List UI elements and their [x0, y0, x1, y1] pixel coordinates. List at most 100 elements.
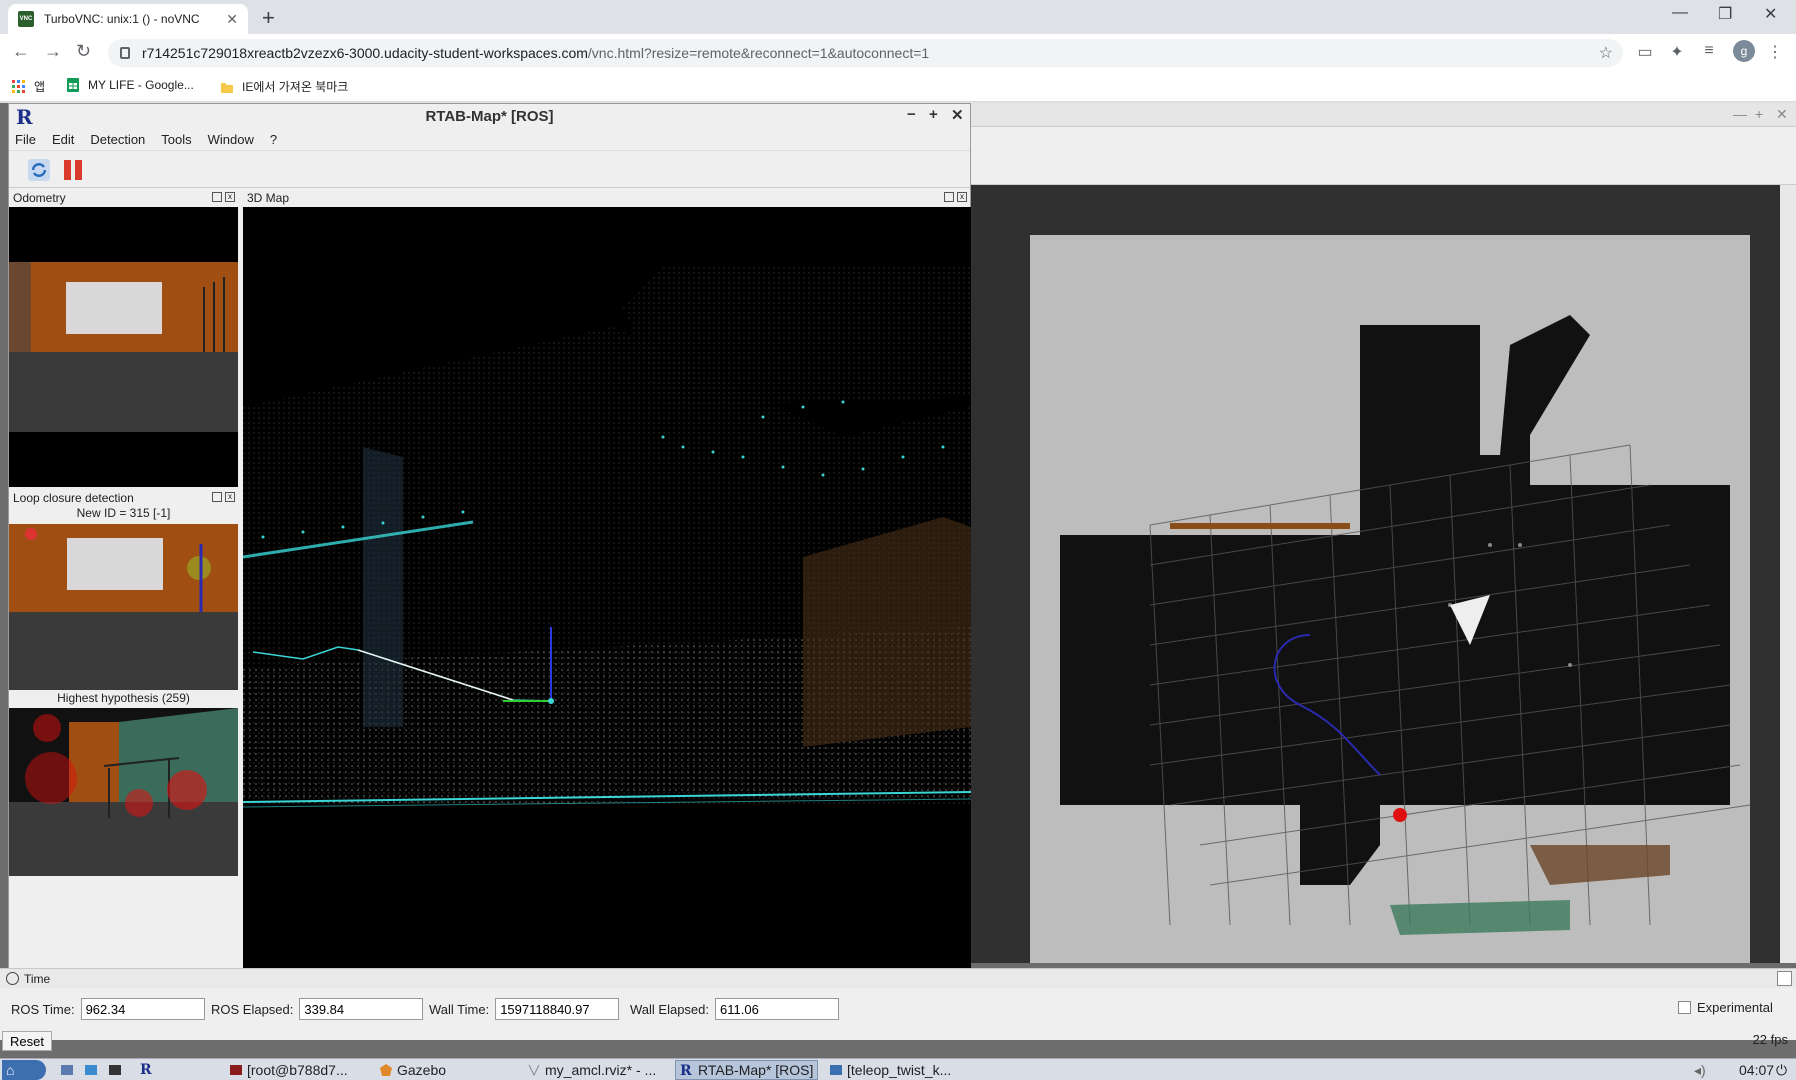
menu-tools[interactable]: Tools — [161, 132, 191, 147]
rtab-minimize-icon[interactable]: − — [907, 106, 916, 123]
hypothesis-label: Highest hypothesis (259) — [57, 691, 190, 705]
rviz-maximize-icon[interactable]: + — [1755, 106, 1763, 122]
terminal-launcher-icon[interactable] — [104, 1060, 130, 1080]
bookmark-label: IE에서 가져온 북마크 — [242, 80, 349, 94]
loop-closure-dock-title: Loop closure detection x — [9, 489, 239, 507]
profile-avatar[interactable]: g — [1733, 40, 1755, 62]
fps-counter: 22 fps — [1752, 1032, 1788, 1047]
ros-time-field[interactable] — [80, 998, 205, 1020]
taskbar-label: RTAB-Map* [ROS] — [698, 1062, 814, 1078]
bookmark-label: 앱 — [34, 80, 46, 94]
bookmark-my-life[interactable]: MY LIFE - Google... — [66, 78, 194, 92]
rtabmap-title: RTAB-Map* [ROS] — [425, 107, 554, 125]
wall-elapsed-label: Wall Elapsed: — [630, 1001, 709, 1017]
start-menu-icon[interactable]: ⌂ — [2, 1060, 46, 1080]
wall-elapsed-field[interactable] — [715, 998, 839, 1020]
loop-closure-view — [9, 524, 238, 690]
bookmark-apps[interactable]: 앱 — [12, 78, 45, 95]
menu-window[interactable]: Window — [208, 132, 254, 147]
taskbar-label: [root@b788d7... — [247, 1062, 348, 1078]
rviz-side-panel[interactable] — [1780, 185, 1796, 963]
taskbar: ⌂ R [root@b788d7... Gazebo my_amcl.rviz*… — [0, 1058, 1796, 1080]
show-desktop-icon[interactable] — [56, 1060, 82, 1080]
pause-icon[interactable] — [61, 158, 85, 182]
menu-file[interactable]: File — [15, 132, 36, 147]
taskbar-label: Gazebo — [397, 1062, 447, 1078]
float-icon[interactable] — [212, 192, 222, 202]
hypothesis-view — [9, 708, 238, 876]
browser-toolbar: ← → ↻ r714251c729018xreactb2vzezx6-3000.… — [0, 34, 1796, 70]
rtabmap-launcher-icon[interactable]: R — [136, 1060, 156, 1080]
restore-icon[interactable]: ❐ — [1718, 4, 1732, 24]
reset-button[interactable]: Reset — [2, 1031, 52, 1051]
bookmark-ie-folder[interactable]: IE에서 가져온 북마크 — [220, 78, 348, 95]
minimize-icon[interactable]: — — [1672, 4, 1688, 22]
url-host: r714251c729018xreactb2vzezx6-3000.udacit… — [142, 45, 588, 61]
apps-icon — [12, 79, 25, 93]
close-icon[interactable]: x — [225, 192, 235, 202]
map3d-view[interactable] — [243, 207, 971, 970]
occupancy-grid-map — [1030, 235, 1751, 965]
url-path: /vnc.html?resize=remote&reconnect=1&auto… — [587, 45, 930, 61]
menu-detection[interactable]: Detection — [90, 132, 145, 147]
tab-title: TurboVNC: unix:1 () - noVNC — [44, 12, 200, 26]
menu-dots-icon[interactable]: ⋮ — [1766, 42, 1784, 61]
checkbox-box[interactable] — [1678, 1001, 1691, 1014]
clock-icon — [6, 972, 19, 985]
terminal-icon — [230, 1065, 242, 1075]
menu-edit[interactable]: Edit — [52, 132, 74, 147]
address-bar[interactable]: r714251c729018xreactb2vzezx6-3000.udacit… — [108, 39, 1623, 67]
taskbar-item-gazebo[interactable]: Gazebo — [375, 1060, 450, 1080]
extensions-icon[interactable]: ✦ — [1668, 42, 1686, 61]
rviz-titlebar — [970, 103, 1796, 127]
odometry-dock-title: Odometry x — [9, 189, 239, 207]
close-tab-icon[interactable]: ✕ — [226, 11, 238, 28]
close-icon[interactable]: x — [225, 492, 235, 502]
float-icon[interactable] — [212, 492, 222, 502]
taskbar-item-rviz[interactable]: my_amcl.rviz* - ... — [523, 1060, 660, 1080]
rviz-map-viewport[interactable] — [970, 185, 1780, 965]
map3d-dock-title: 3D Map x — [243, 189, 971, 207]
rtab-close-icon[interactable]: ✕ — [951, 106, 964, 124]
bookmark-star-icon[interactable]: ☆ — [1599, 43, 1613, 63]
vnc-favicon-icon: VNC — [18, 11, 34, 27]
rtabmap-titlebar[interactable]: R RTAB-Map* [ROS] − + ✕ — [9, 104, 970, 129]
taskbar-item-terminal[interactable]: [root@b788d7... — [225, 1060, 352, 1080]
odometry-title: Odometry — [13, 191, 66, 205]
time-panel-float-icon[interactable] — [1777, 971, 1792, 986]
browser-tab[interactable]: VNC TurboVNC: unix:1 () - noVNC ✕ — [8, 4, 248, 34]
float-icon[interactable] — [944, 192, 954, 202]
rtabmap-window: R RTAB-Map* [ROS] − + ✕ File Edit Detect… — [8, 103, 971, 971]
ros-elapsed-field[interactable] — [299, 998, 424, 1020]
refresh-icon[interactable] — [27, 158, 51, 182]
back-icon[interactable]: ← — [12, 41, 30, 62]
close-icon[interactable]: x — [957, 192, 967, 202]
taskbar-item-teleop[interactable]: [teleop_twist_k... — [825, 1060, 955, 1080]
rtab-maximize-icon[interactable]: + — [929, 106, 938, 123]
rviz-close-icon[interactable]: ✕ — [1776, 106, 1788, 123]
new-id-label: New ID = 315 [-1] — [76, 506, 171, 520]
folder-icon — [221, 82, 233, 93]
reload-icon[interactable]: ↻ — [76, 41, 91, 62]
reading-list-icon[interactable]: ≡ — [1700, 42, 1718, 60]
wall-time-field[interactable] — [495, 998, 620, 1020]
experimental-checkbox[interactable]: Experimental — [1678, 1000, 1773, 1015]
file-manager-icon[interactable] — [80, 1060, 106, 1080]
time-panel-label: Time — [24, 971, 51, 986]
wall-time-label: Wall Time: — [429, 1001, 490, 1017]
close-window-icon[interactable]: ✕ — [1764, 4, 1777, 24]
robot-marker — [1393, 808, 1407, 822]
wall-elapsed-group: Wall Elapsed: — [630, 998, 839, 1020]
menu-help[interactable]: ? — [270, 132, 277, 147]
power-icon[interactable]: ⏻ — [1772, 1060, 1791, 1080]
rviz-minimize-icon[interactable]: — — [1733, 106, 1747, 122]
cast-icon[interactable]: ▭ — [1636, 42, 1654, 61]
rtab-toolbar — [9, 150, 970, 188]
terminal-icon — [830, 1065, 842, 1075]
odometry-view — [9, 207, 238, 487]
sheets-icon — [67, 78, 79, 92]
new-tab-button[interactable]: + — [262, 5, 275, 31]
forward-icon[interactable]: → — [44, 41, 62, 62]
volume-icon[interactable]: ◂) — [1690, 1060, 1710, 1080]
taskbar-item-rtabmap[interactable]: R RTAB-Map* [ROS] — [675, 1060, 819, 1080]
